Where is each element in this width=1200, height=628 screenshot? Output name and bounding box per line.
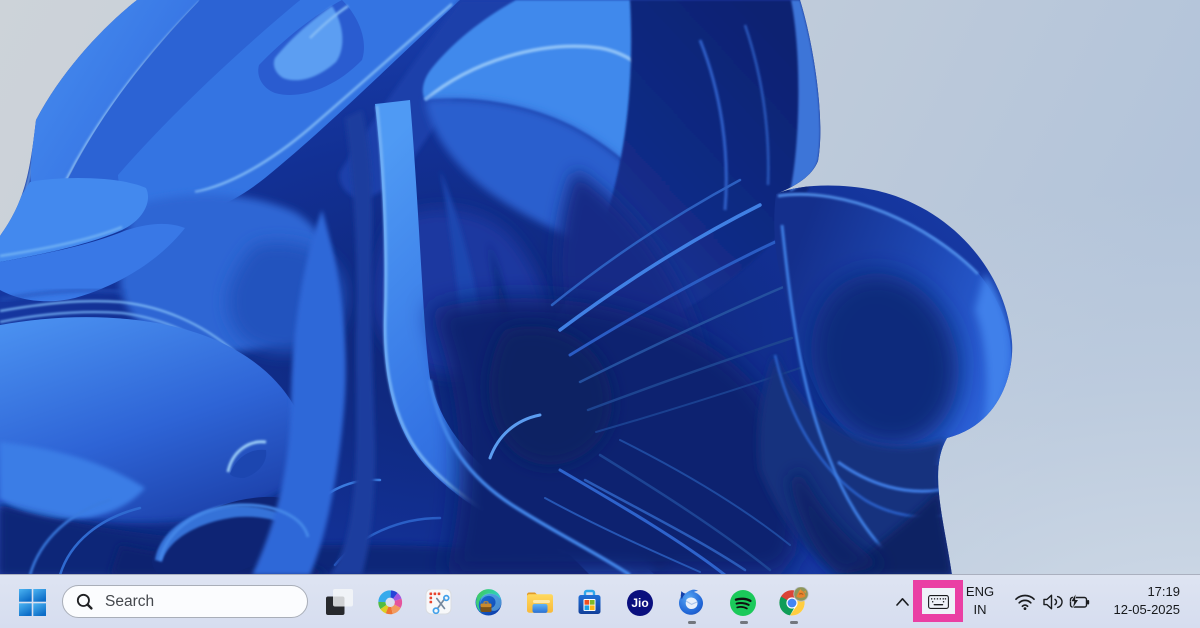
svg-text:Jio: Jio: [631, 596, 648, 610]
